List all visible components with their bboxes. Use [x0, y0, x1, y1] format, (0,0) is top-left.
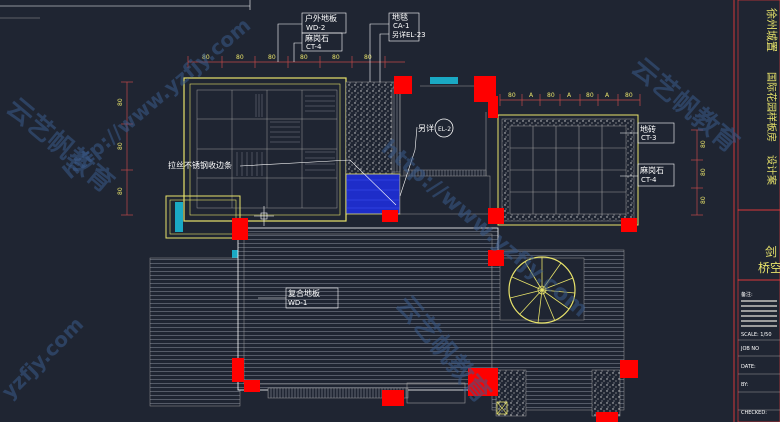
dim-label: 80 [364, 54, 372, 61]
label-carpet-code: CA-1 [393, 22, 410, 30]
label-steel-edge: 拉丝不锈钢收边条 [168, 160, 232, 170]
title-by: BY: [741, 382, 749, 388]
dim-label: 80 [300, 54, 308, 61]
title-notes-header: 备注: [741, 291, 753, 298]
title-date: DATE: [741, 364, 756, 370]
title-job-no: JOB NO [740, 346, 759, 352]
title-checked: CHECKED: [741, 410, 767, 416]
label-composite-floor-code: WD-1 [288, 299, 307, 307]
dim-label: A [529, 92, 534, 99]
dim-label: 80 [508, 92, 516, 99]
label-outdoor-floor: 户外地板 [305, 13, 337, 23]
floor-plan-drawing[interactable]: 80 80 80 80 80 80 80 80 80 80 A 80 A 80 … [0, 0, 780, 422]
dim-label: 80 [236, 54, 244, 61]
dim-label: A [605, 92, 610, 99]
dim-label: 80 [700, 196, 707, 204]
title-project-2: 国际花园样板房 [765, 72, 778, 142]
dim-label: A [567, 92, 572, 99]
label-other-detail: 另详 [418, 123, 434, 133]
label-granite-2: 麻岗石 [640, 165, 664, 175]
dim-chain-top-right: 80 A 80 A 80 A 80 [499, 92, 641, 106]
title-drawing-1: 剑 [765, 244, 777, 259]
dim-label: 80 [332, 54, 340, 61]
window [175, 202, 183, 232]
lower-deck[interactable] [149, 257, 241, 407]
label-other-detail-code: EL-2 [438, 126, 451, 133]
label-carpet-ref: 另详EL-23 [392, 30, 426, 39]
title-drawing-2: 桥空 [758, 261, 780, 275]
label-granite-2-code: CT-4 [641, 176, 657, 184]
label-tile-code: CT-3 [641, 134, 657, 142]
title-scale: SCALE: 1/50 [741, 332, 772, 338]
label-tile: 地砖 [640, 124, 656, 134]
label-outdoor-floor-code: WD-2 [306, 24, 325, 32]
dim-label: 80 [117, 98, 124, 106]
dim-chain-left: 80 80 80 [117, 81, 133, 216]
dim-label: 80 [586, 92, 594, 99]
cursor-crosshair [254, 206, 274, 226]
dim-label: 80 [547, 92, 555, 99]
dim-label: 80 [625, 92, 633, 99]
window [430, 77, 458, 84]
watermark: yzfjy.com [0, 312, 88, 404]
title-block: 徐州城置 国际花园样板房 设计案 剑 桥空 备注: SCALE: 1/50 JO… [733, 0, 780, 422]
title-project-1: 徐州城置 [765, 8, 779, 52]
label-granite-1: 麻岗石 [305, 33, 329, 43]
dim-label: 80 [268, 54, 276, 61]
tiled-room[interactable] [497, 114, 639, 226]
dim-label: 80 [117, 187, 124, 195]
title-project-3: 设计案 [765, 155, 778, 185]
dim-chain-right: 80 80 80 [691, 129, 707, 216]
cad-canvas[interactable]: 80 80 80 80 80 80 80 80 80 80 A 80 A 80 … [0, 0, 780, 422]
dim-label: 80 [700, 168, 707, 176]
outdoor-deck-area[interactable] [183, 77, 347, 222]
label-granite-1-code: CT-4 [306, 43, 322, 51]
label-carpet: 地毯 [392, 12, 408, 22]
label-composite-floor: 复合地板 [288, 288, 320, 298]
